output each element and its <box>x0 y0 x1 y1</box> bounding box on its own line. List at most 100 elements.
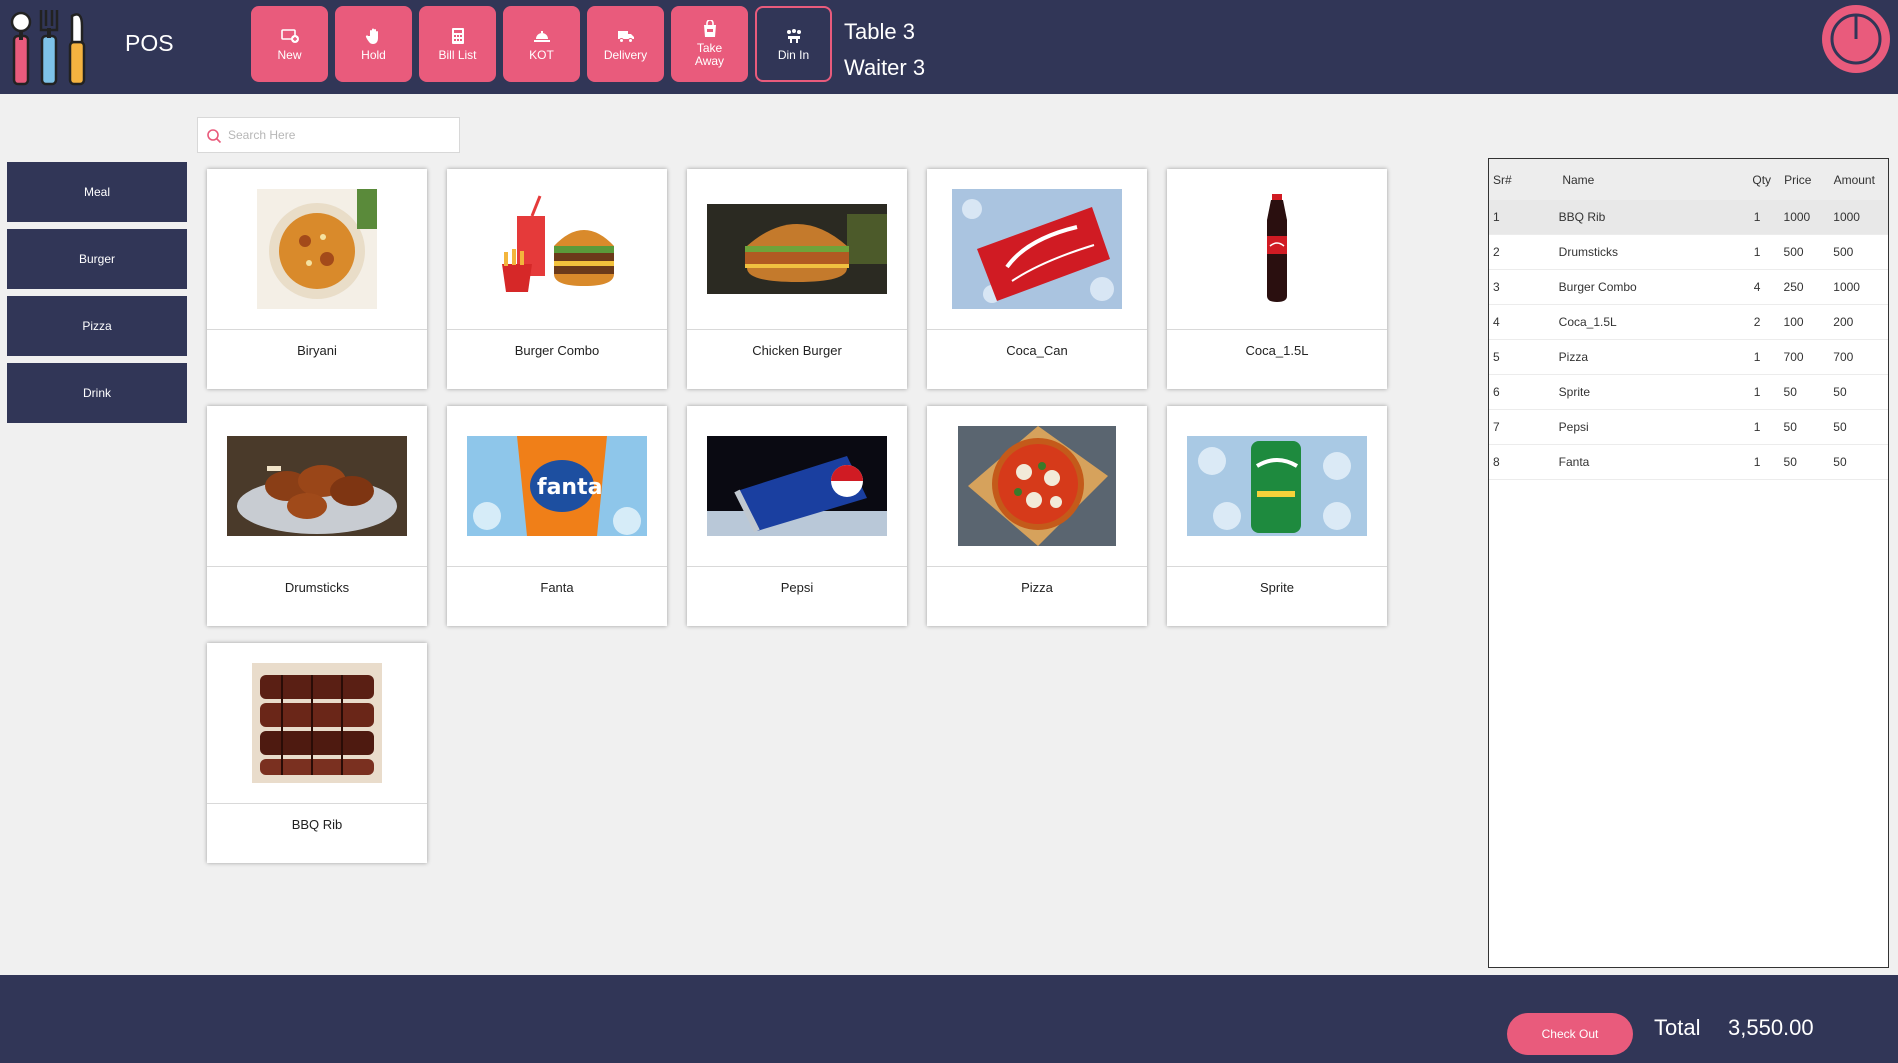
new-icon <box>280 28 299 43</box>
order-table: Sr# Name Qty Price Amount 1 BBQ Rib 1 10… <box>1488 158 1889 968</box>
truck-icon <box>617 30 634 43</box>
delivery-button[interactable]: Delivery <box>587 6 664 82</box>
bill-list-label: Bill List <box>438 47 477 62</box>
product-card-biryani[interactable]: Biryani <box>207 169 427 389</box>
take-away-button[interactable]: Take Away <box>671 6 748 82</box>
cell-name: Pepsi <box>1558 420 1589 434</box>
fanta-image: fanta <box>467 416 647 556</box>
order-table-header: Sr# Name Qty Price Amount <box>1489 159 1888 200</box>
search-input[interactable] <box>228 118 456 152</box>
card-divider <box>927 329 1147 330</box>
cell-price: 100 <box>1783 315 1804 329</box>
column-name[interactable]: Name <box>1558 173 1752 187</box>
table-row[interactable]: 7 Pepsi 1 50 50 <box>1489 410 1888 445</box>
burger-combo-image <box>467 179 647 319</box>
column-price[interactable]: Price <box>1784 173 1834 187</box>
kot-button[interactable]: KOT <box>503 6 580 82</box>
dine-in-button[interactable]: Din In <box>755 6 832 82</box>
card-divider <box>447 566 667 567</box>
cell-qty: 1 <box>1753 385 1761 399</box>
cell-sr: 2 <box>1493 245 1500 259</box>
sprite-image <box>1187 416 1367 556</box>
kot-icon <box>533 30 550 42</box>
power-button[interactable] <box>1822 5 1890 73</box>
dine-in-icon <box>786 28 801 43</box>
pizza-image <box>947 416 1127 556</box>
product-card-pizza[interactable]: Pizza <box>927 406 1147 626</box>
cell-name: Coca_1.5L <box>1558 315 1617 329</box>
takeaway-bag-icon <box>703 20 716 37</box>
category-meal-button[interactable]: Meal <box>7 162 187 222</box>
product-name: Chicken Burger <box>752 343 842 358</box>
card-divider <box>207 803 427 804</box>
column-sr[interactable]: Sr# <box>1489 173 1558 187</box>
new-button[interactable]: New <box>251 6 328 82</box>
cell-price: 50 <box>1783 385 1797 399</box>
cell-sr: 8 <box>1493 455 1500 469</box>
cell-amount: 50 <box>1833 385 1847 399</box>
new-label: New <box>277 47 302 62</box>
total-value: 3,550.00 <box>1728 1015 1814 1040</box>
product-name: Coca_Can <box>1006 343 1068 358</box>
cell-qty: 1 <box>1753 210 1761 224</box>
cell-amount: 700 <box>1833 350 1854 364</box>
product-name: Drumsticks <box>284 580 350 595</box>
card-divider <box>207 329 427 330</box>
product-card-sprite[interactable]: Sprite <box>1167 406 1387 626</box>
product-grid: Biryani Burger Combo Chicken Burger Coca… <box>207 169 1387 863</box>
pepsi-image <box>707 416 887 556</box>
product-card-bbq-rib[interactable]: BBQ Rib <box>207 643 427 863</box>
cell-name: Sprite <box>1558 385 1591 399</box>
table-row[interactable]: 6 Sprite 1 50 50 <box>1489 375 1888 410</box>
product-card-fanta[interactable]: fanta Fanta <box>447 406 667 626</box>
product-card-pepsi[interactable]: Pepsi <box>687 406 907 626</box>
column-amount[interactable]: Amount <box>1834 173 1888 187</box>
category-burger-button[interactable]: Burger <box>7 229 187 289</box>
cell-amount: 500 <box>1833 245 1854 259</box>
toolbar: New Hold Bill List KOT Delivery Take Awa… <box>251 6 832 82</box>
table-row[interactable]: 5 Pizza 1 700 700 <box>1489 340 1888 375</box>
hold-button[interactable]: Hold <box>335 6 412 82</box>
cell-sr: 6 <box>1493 385 1500 399</box>
cell-sr: 4 <box>1493 315 1500 329</box>
product-card-burger-combo[interactable]: Burger Combo <box>447 169 667 389</box>
product-card-coca-bottle[interactable]: Coca_1.5L <box>1167 169 1387 389</box>
product-name: Biryani <box>297 343 337 358</box>
bill-list-button[interactable]: Bill List <box>419 6 496 82</box>
coca-bottle-image <box>1187 179 1367 319</box>
dine-in-label: Din In <box>777 47 810 62</box>
column-qty[interactable]: Qty <box>1752 173 1784 187</box>
kot-label: KOT <box>529 47 554 62</box>
product-name: Pizza <box>1021 580 1053 595</box>
hand-icon <box>365 28 378 44</box>
cutlery-logo-icon <box>10 10 86 86</box>
cell-name: Pizza <box>1558 350 1589 364</box>
cell-price: 250 <box>1783 280 1804 294</box>
cell-qty: 4 <box>1753 280 1761 294</box>
table-row[interactable]: 1 BBQ Rib 1 1000 1000 <box>1489 200 1888 235</box>
cell-qty: 1 <box>1753 455 1761 469</box>
card-divider <box>1167 329 1387 330</box>
search-box <box>197 117 460 153</box>
category-drink-button[interactable]: Drink <box>7 363 187 423</box>
total-label: Total <box>1654 1015 1701 1040</box>
category-pizza-button[interactable]: Pizza <box>7 296 187 356</box>
product-card-coca-can[interactable]: Coca_Can <box>927 169 1147 389</box>
cell-amount: 50 <box>1833 420 1847 434</box>
table-row[interactable]: 4 Coca_1.5L 2 100 200 <box>1489 305 1888 340</box>
cell-name: Drumsticks <box>1558 245 1619 259</box>
checkout-button[interactable]: Check Out <box>1507 1013 1633 1055</box>
cell-price: 700 <box>1783 350 1804 364</box>
cell-amount: 1000 <box>1833 280 1860 294</box>
product-card-chicken-burger[interactable]: Chicken Burger <box>687 169 907 389</box>
cell-amount: 1000 <box>1833 210 1860 224</box>
svg-text:fanta: fanta <box>537 475 602 500</box>
table-row[interactable]: 3 Burger Combo 4 250 1000 <box>1489 270 1888 305</box>
cell-price: 1000 <box>1783 210 1811 224</box>
product-name: Fanta <box>540 580 574 595</box>
category-list: Meal Burger Pizza Drink <box>7 162 187 430</box>
product-card-drumsticks[interactable]: Drumsticks <box>207 406 427 626</box>
table-row[interactable]: 8 Fanta 1 50 50 <box>1489 445 1888 480</box>
table-row[interactable]: 2 Drumsticks 1 500 500 <box>1489 235 1888 270</box>
table-number: Table 3 <box>844 19 915 44</box>
